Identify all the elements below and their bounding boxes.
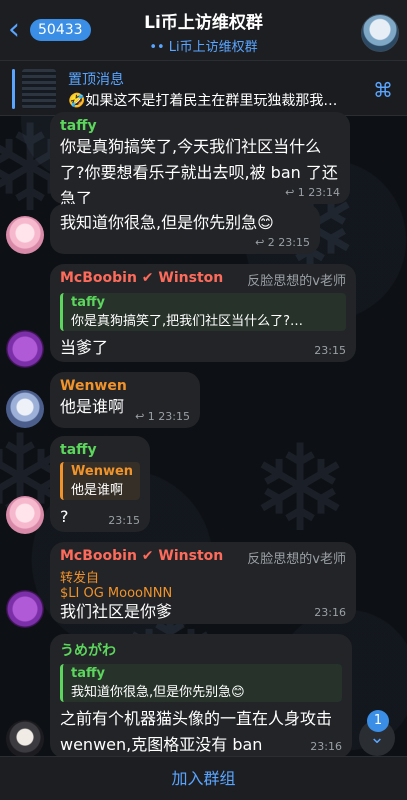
pinned-thumbnail — [22, 69, 56, 109]
chevron-left-icon[interactable]: ‹ — [8, 15, 26, 45]
message-meta: ↩ 1 23:15 — [135, 410, 190, 423]
message-meta: 23:16 — [314, 606, 346, 619]
sender-role: 反脸思想的v老师 — [247, 274, 346, 289]
message-sender: taffy — [60, 442, 97, 458]
reply-text: 他是谁啊 — [71, 483, 124, 498]
message-bubble[interactable]: Wenwen 他是谁啊 ↩ 1 23:15 — [50, 372, 200, 428]
message-bubble[interactable]: うめがわ taffy 我知道你很急,但是你先别急😊 之前有个机器猫头像的一直在人… — [50, 634, 352, 758]
message-text: 我们社区是你爹 — [60, 602, 173, 621]
pin-list-icon[interactable]: ⌘ — [373, 78, 393, 102]
message-text: 你是真狗搞笑了,今天我们社区当什么了?你要想看乐子就出去呗,被 ban 了还急了 — [60, 137, 338, 208]
message-text: 当爹了 — [60, 338, 109, 357]
user-avatar[interactable] — [6, 330, 44, 368]
message-bubble[interactable]: McBoobin ✔ Winston 反脸思想的v老师 taffy 你是真狗搞笑… — [50, 264, 356, 362]
message-meta: 23:15 — [314, 344, 346, 357]
chat-header: ‹ 50433 Li币上访维权群 •• Li币上访维权群 — [0, 0, 407, 60]
message-sender: Wenwen — [60, 378, 127, 394]
unread-count-badge[interactable]: 50433 — [30, 19, 91, 41]
user-avatar[interactable] — [6, 216, 44, 254]
message-sender: McBoobin ✔ Winston — [60, 548, 224, 564]
message-meta: ↩ 2 23:15 — [255, 236, 310, 249]
message-bubble[interactable]: taffy 你是真狗搞笑了,今天我们社区当什么了?你要想看乐子就出去呗,被 ba… — [50, 112, 350, 208]
user-avatar[interactable] — [6, 390, 44, 428]
sender-role: 反脸思想的v老师 — [247, 552, 346, 567]
message-sender: うめがわ — [60, 643, 116, 659]
pinned-message-bar[interactable]: 置顶消息 🤣如果这不是打着民主在群里玩独裁那我… ⌘ — [0, 60, 407, 116]
reply-quote[interactable]: taffy 你是真狗搞笑了,把我们社区当什么了?… — [60, 293, 346, 331]
message-bubble[interactable]: 我知道你很急,但是你先别急😊 ↩ 2 23:15 — [50, 204, 320, 254]
message-bubble[interactable]: McBoobin ✔ Winston 反脸思想的v老师 转发自 $LI OG M… — [50, 542, 356, 624]
message-meta: ↩ 1 23:14 — [285, 186, 340, 199]
message-sender: McBoobin ✔ Winston — [60, 270, 224, 286]
user-avatar[interactable] — [6, 496, 44, 534]
reply-text: 你是真狗搞笑了,把我们社区当什么了?… — [71, 314, 304, 329]
pin-indicator — [12, 69, 15, 109]
reply-sender: taffy — [71, 295, 105, 310]
message-meta: 23:15 — [108, 514, 140, 527]
reply-quote[interactable]: Wenwen 他是谁啊 — [60, 462, 140, 500]
pinned-text: 🤣如果这不是打着民主在群里玩独裁那我… — [68, 93, 338, 109]
message-sender: taffy — [60, 118, 97, 134]
join-group-button[interactable]: 加入群组 — [0, 756, 407, 800]
message-text: 我知道你很急,但是你先别急😊 — [60, 213, 274, 232]
forward-label: 转发自 — [60, 571, 100, 586]
message-text: 之前有个机器猫头像的一直在人身攻击 wenwen,克图格亚没有 ban — [60, 709, 333, 754]
message-meta: 23:16 — [310, 740, 342, 753]
new-message-count-badge: 1 — [367, 710, 389, 732]
reply-sender: taffy — [71, 666, 105, 681]
message-bubble[interactable]: taffy Wenwen 他是谁啊 ? 23:15 — [50, 436, 150, 532]
reply-text: 我知道你很急,但是你先别急😊 — [71, 685, 245, 700]
pinned-title: 置顶消息 — [68, 72, 124, 88]
user-avatar[interactable] — [6, 590, 44, 628]
user-avatar[interactable] — [6, 720, 44, 758]
forward-source[interactable]: $LI OG MoooNNN — [60, 586, 346, 601]
snowflake-decoration: ❄ — [250, 420, 351, 559]
group-avatar[interactable] — [361, 14, 399, 52]
reply-quote[interactable]: taffy 我知道你很急,但是你先别急😊 — [60, 664, 342, 702]
reply-sender: Wenwen — [71, 464, 134, 479]
